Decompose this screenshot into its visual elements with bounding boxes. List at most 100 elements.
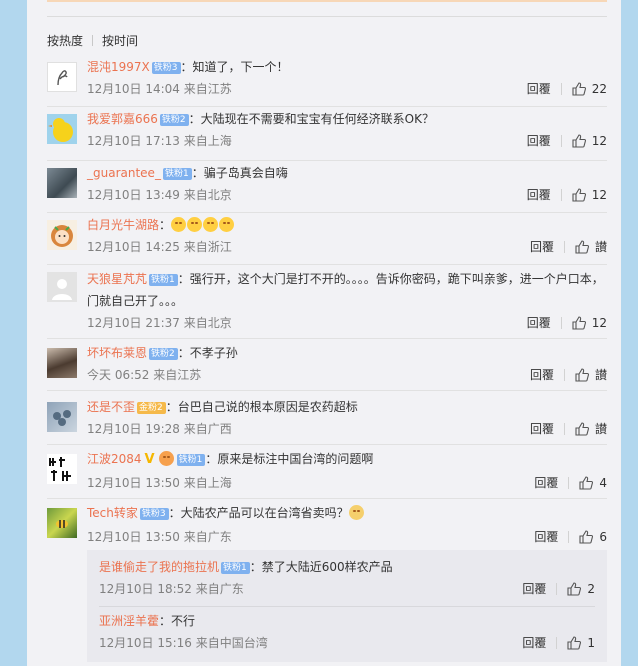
fan-badge: 铁粉1 [176, 454, 206, 466]
girl-cartoon-avatar[interactable] [47, 220, 77, 250]
username-link[interactable]: 混沌1997X [87, 60, 150, 74]
comment-actions: 回覆 22 [527, 80, 607, 97]
doge-emoji-icon [348, 505, 364, 520]
username-link[interactable]: 白月光牛湖路 [87, 218, 159, 232]
action-divider [563, 368, 565, 381]
comment-meta: 12月10日 19:28 来自广西 [87, 422, 232, 436]
like-button[interactable]: 讃 [575, 420, 607, 437]
reply-button[interactable]: 回覆 [530, 238, 554, 255]
comment-text: ：知道了，下一个！ [180, 60, 289, 74]
username-link[interactable]: _guarantee_ [87, 166, 161, 180]
username-link[interactable]: 坏坏布莱恩 [87, 346, 147, 360]
sort-by-time-tab[interactable]: 按时间 [102, 32, 138, 49]
like-count: 讃 [594, 240, 607, 254]
reply-button[interactable]: 回覆 [530, 420, 554, 437]
like-button[interactable]: 12 [572, 134, 607, 148]
like-button[interactable]: 2 [567, 582, 595, 596]
comment-text: ：原来是标注中国台湾的问题啊 [205, 452, 374, 466]
fan-badge: 铁粉1 [149, 274, 178, 286]
like-count: 2 [587, 581, 595, 596]
reply-divider [99, 606, 595, 607]
default-avatar[interactable] [47, 272, 77, 302]
photo-avatar[interactable] [47, 168, 77, 198]
reply-button[interactable]: 回覆 [527, 80, 551, 97]
like-count: 22 [591, 81, 607, 96]
comment-meta: 12月10日 13:49 来自北京 [87, 188, 232, 202]
username-link[interactable]: Tech转家 [87, 506, 138, 520]
reply-button[interactable]: 回覆 [527, 132, 551, 149]
like-button[interactable]: 12 [572, 316, 607, 330]
like-button[interactable]: 22 [572, 82, 607, 96]
like-button[interactable]: 6 [579, 530, 607, 544]
comment-item: 江波2084 V 铁粉1 ：原来是标注中国台湾的问题啊 12月10日 13:50 来自… [47, 444, 607, 499]
fan-badge: 铁粉1 [221, 562, 250, 574]
reply-meta: 12月10日 15:16 来自中国台湾 [99, 636, 268, 650]
username-link[interactable]: 亚洲淫羊藿 [99, 614, 159, 628]
like-count: 讃 [594, 368, 607, 382]
thumbs-up-icon [567, 581, 582, 596]
action-divider [556, 582, 558, 595]
sort-by-hot-tab[interactable]: 按热度 [47, 32, 83, 49]
like-count: 12 [591, 133, 607, 148]
hand-heart-icon[interactable] [47, 62, 77, 92]
comment-meta: 12月10日 21:37 来自北京 [87, 316, 232, 330]
username-link[interactable]: 我爱郭嘉666 [87, 112, 158, 126]
fan-badge: 铁粉3 [139, 508, 169, 520]
calligraphy-avatar[interactable] [47, 454, 77, 484]
comment-item: 混沌1997X 铁粉3 ：知道了，下一个！ 12月10日 14:04 来自江苏 回覆… [47, 54, 607, 107]
comment-text: ： [159, 218, 172, 232]
comment-actions: 回覆 4 [534, 474, 607, 491]
like-button[interactable]: 1 [567, 636, 595, 650]
reply-item: 亚洲淫羊藿：不行 12月10日 15:16 来自中国台湾 回覆 1 [99, 612, 595, 658]
like-count: 6 [599, 529, 607, 544]
like-count: 12 [591, 315, 607, 330]
comment-actions: 回覆 12 [527, 314, 607, 331]
bee-avatar[interactable] [47, 508, 77, 538]
username-link[interactable]: 是谁偷走了我的拖拉机 [99, 560, 219, 574]
reply-button[interactable]: 回覆 [534, 528, 558, 545]
smile-emoji-icon [219, 217, 235, 232]
reply-button[interactable]: 回覆 [522, 580, 546, 597]
thumbs-up-icon [572, 315, 586, 330]
reply-button[interactable]: 回覆 [527, 186, 551, 203]
comment-actions: 回覆 12 [527, 186, 607, 203]
like-count: 12 [591, 187, 607, 202]
comment-meta: 12月10日 13:50 来自广东 [87, 530, 232, 544]
action-divider [560, 316, 562, 329]
like-button[interactable]: 12 [572, 188, 607, 202]
like-button[interactable]: 4 [579, 476, 607, 490]
flowers-avatar[interactable] [47, 402, 77, 432]
username-link[interactable]: 江波2084 [87, 452, 142, 466]
reply-text: ：禁了大陆近600样农产品 [249, 560, 393, 574]
like-button[interactable]: 讃 [575, 366, 607, 383]
comment-meta: 12月10日 14:04 来自江苏 [87, 82, 232, 96]
action-divider [568, 530, 570, 543]
yellow-duck-avatar[interactable] [47, 114, 77, 144]
comment-text: ：骗子岛真会自嗨 [191, 166, 288, 180]
thumbs-up-icon [575, 239, 589, 254]
fan-badge: 铁粉3 [151, 62, 181, 74]
comment-actions: 回覆 讃 [530, 366, 607, 383]
action-divider [560, 82, 562, 95]
fan-emoji-icon [158, 451, 174, 466]
reply-actions: 回覆 1 [522, 634, 595, 651]
like-button[interactable]: 讃 [575, 238, 607, 255]
comment-actions: 回覆 讃 [530, 420, 607, 437]
reply-button[interactable]: 回覆 [530, 366, 554, 383]
comment-item: 天狼星芃芃 铁粉1 ：强行开，这个大门是打不开的。。。。告诉你密码，跪下叫亲爹，进一… [47, 264, 607, 339]
reply-text: ：不行 [159, 614, 196, 628]
comment-text: ：台巴自己说的根本原因是农药超标 [165, 400, 358, 414]
reply-actions: 回覆 2 [522, 580, 595, 597]
reply-button[interactable]: 回覆 [534, 474, 558, 491]
username-link[interactable]: 还是不歪 [87, 400, 135, 414]
comment-item: Tech转家 铁粉3 ：大陆农产品可以在台湾省卖吗？ 12月10日 13:50 来自… [47, 498, 607, 548]
username-link[interactable]: 天狼星芃芃 [87, 272, 147, 286]
comment-actions: 回覆 6 [534, 528, 607, 545]
comment-item: 我爱郭嘉666 铁粉2 ：大陆现在不需要和宝宝有任何经济联系OK？ 12月10日 1… [47, 106, 607, 161]
fan-badge: 铁粉2 [159, 114, 189, 126]
photo-avatar[interactable] [47, 348, 77, 378]
reply-button[interactable]: 回覆 [522, 634, 546, 651]
like-count: 讃 [594, 422, 607, 436]
reply-button[interactable]: 回覆 [527, 314, 551, 331]
thumbs-up-icon [572, 187, 586, 202]
